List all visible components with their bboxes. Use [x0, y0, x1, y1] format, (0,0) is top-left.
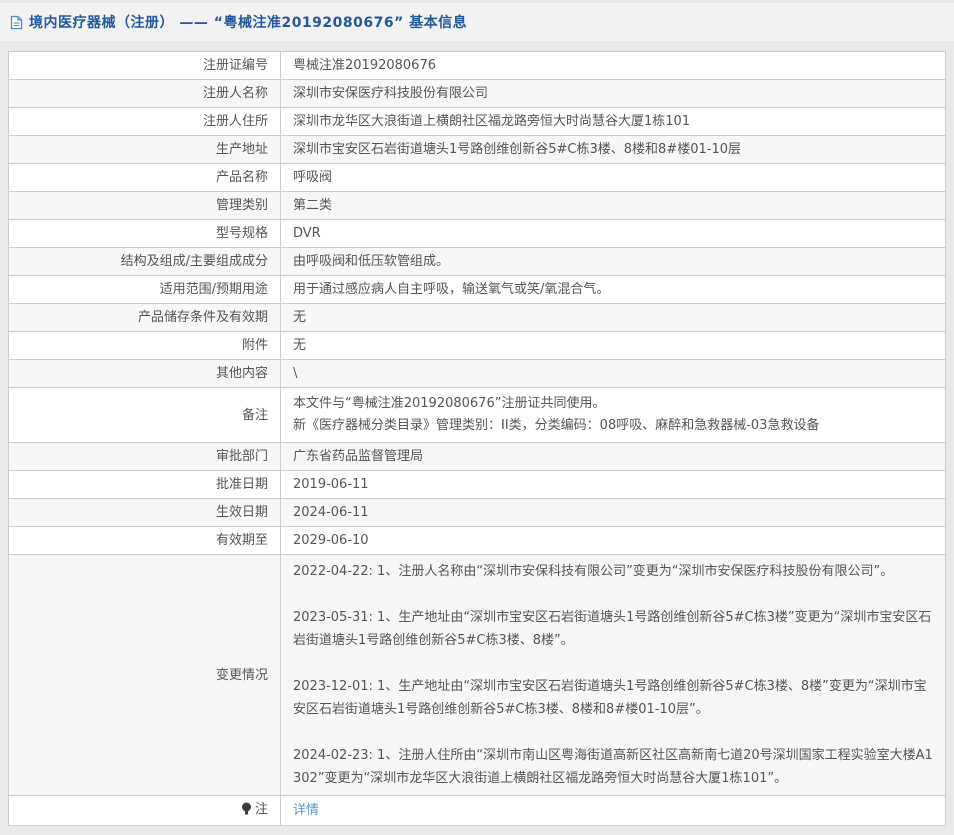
- table-row: 其他内容\: [9, 360, 946, 388]
- row-label: 其他内容: [9, 360, 281, 388]
- row-value: 深圳市宝安区石岩街道塘头1号路创维创新谷5#C栋3楼、8楼和8#楼01-10层: [281, 136, 946, 164]
- row-label: 生效日期: [9, 499, 281, 527]
- table-row: 注册证编号粤械注准20192080676: [9, 52, 946, 80]
- row-label: 注册人住所: [9, 108, 281, 136]
- change-record: 2023-05-31: 1、生产地址由“深圳市宝安区石岩街道塘头1号路创维创新谷…: [293, 606, 933, 652]
- row-value: 呼吸阀: [281, 164, 946, 192]
- row-value: \: [281, 360, 946, 388]
- page-header: 境内医疗器械（注册） —— “粤械注准20192080676” 基本信息: [0, 3, 954, 41]
- row-label: 注册证编号: [9, 52, 281, 80]
- row-value: 深圳市龙华区大浪街道上横朗社区福龙路旁恒大时尚慧谷大厦1栋101: [281, 108, 946, 136]
- table-row: 注详情: [9, 796, 946, 826]
- row-label: 产品储存条件及有效期: [9, 304, 281, 332]
- row-value: 广东省药品监督管理局: [281, 443, 946, 471]
- table-row: 注册人名称深圳市安保医疗科技股份有限公司: [9, 80, 946, 108]
- row-label: 型号规格: [9, 220, 281, 248]
- row-value: 无: [281, 304, 946, 332]
- row-label: 产品名称: [9, 164, 281, 192]
- row-value: 由呼吸阀和低压软管组成。: [281, 248, 946, 276]
- table-row: 生效日期2024-06-11: [9, 499, 946, 527]
- row-value: 粤械注准20192080676: [281, 52, 946, 80]
- row-value-line: 本文件与“粤械注准20192080676”注册证共同使用。: [293, 393, 933, 415]
- change-record: 2023-12-01: 1、生产地址由“深圳市宝安区石岩街道塘头1号路创维创新谷…: [293, 675, 933, 721]
- detail-link[interactable]: 详情: [293, 803, 319, 818]
- table-row: 产品储存条件及有效期无: [9, 304, 946, 332]
- row-value: 用于通过感应病人自主呼吸，输送氧气或笑/氧混合气。: [281, 276, 946, 304]
- row-label: 管理类别: [9, 192, 281, 220]
- row-label: 备注: [9, 388, 281, 443]
- table-row: 批准日期2019-06-11: [9, 471, 946, 499]
- row-label: 变更情况: [9, 555, 281, 796]
- page: 境内医疗器械（注册） —— “粤械注准20192080676” 基本信息 注册证…: [0, 3, 954, 826]
- row-label: 有效期至: [9, 527, 281, 555]
- row-value: 2019-06-11: [281, 471, 946, 499]
- row-label: 适用范围/预期用途: [9, 276, 281, 304]
- table-row: 变更情况 2022-04-22: 1、注册人名称由“深圳市安保科技有限公司”变更为…: [9, 555, 946, 796]
- info-table: 注册证编号粤械注准20192080676注册人名称深圳市安保医疗科技股份有限公司…: [8, 51, 946, 826]
- row-label: 注: [9, 796, 281, 826]
- page-title: 境内医疗器械（注册） —— “粤械注准20192080676” 基本信息: [29, 12, 467, 32]
- table-row: 型号规格DVR: [9, 220, 946, 248]
- table-row: 管理类别第二类: [9, 192, 946, 220]
- row-value-line: 新《医疗器械分类目录》管理类别：II类，分类编码：08呼吸、麻醉和急救器械-03…: [293, 415, 933, 437]
- change-record: 2022-04-22: 1、注册人名称由“深圳市安保科技有限公司”变更为“深圳市…: [293, 560, 933, 583]
- row-label: 审批部门: [9, 443, 281, 471]
- document-icon: [10, 15, 23, 30]
- row-value: 2024-06-11: [281, 499, 946, 527]
- table-row: 结构及组成/主要组成成分由呼吸阀和低压软管组成。: [9, 248, 946, 276]
- change-record: 2024-02-23: 1、注册人住所由“深圳市南山区粤海街道高新区社区高新南七…: [293, 744, 933, 790]
- row-value: 第二类: [281, 192, 946, 220]
- row-value: 无: [281, 332, 946, 360]
- row-value: 2022-04-22: 1、注册人名称由“深圳市安保科技有限公司”变更为“深圳市…: [281, 555, 946, 796]
- table-row: 产品名称呼吸阀: [9, 164, 946, 192]
- row-label: 注册人名称: [9, 80, 281, 108]
- table-row: 附件无: [9, 332, 946, 360]
- table-row: 生产地址深圳市宝安区石岩街道塘头1号路创维创新谷5#C栋3楼、8楼和8#楼01-…: [9, 136, 946, 164]
- row-label: 批准日期: [9, 471, 281, 499]
- note-icon: [241, 802, 252, 820]
- table-row: 备注本文件与“粤械注准20192080676”注册证共同使用。新《医疗器械分类目…: [9, 388, 946, 443]
- row-value: 详情: [281, 796, 946, 826]
- table-row: 适用范围/预期用途用于通过感应病人自主呼吸，输送氧气或笑/氧混合气。: [9, 276, 946, 304]
- row-label: 附件: [9, 332, 281, 360]
- row-label: 生产地址: [9, 136, 281, 164]
- table-row: 注册人住所深圳市龙华区大浪街道上横朗社区福龙路旁恒大时尚慧谷大厦1栋101: [9, 108, 946, 136]
- row-value: 2029-06-10: [281, 527, 946, 555]
- row-label: 结构及组成/主要组成成分: [9, 248, 281, 276]
- row-value: 深圳市安保医疗科技股份有限公司: [281, 80, 946, 108]
- row-value: DVR: [281, 220, 946, 248]
- row-value: 本文件与“粤械注准20192080676”注册证共同使用。新《医疗器械分类目录》…: [281, 388, 946, 443]
- table-row: 有效期至2029-06-10: [9, 527, 946, 555]
- table-row: 审批部门广东省药品监督管理局: [9, 443, 946, 471]
